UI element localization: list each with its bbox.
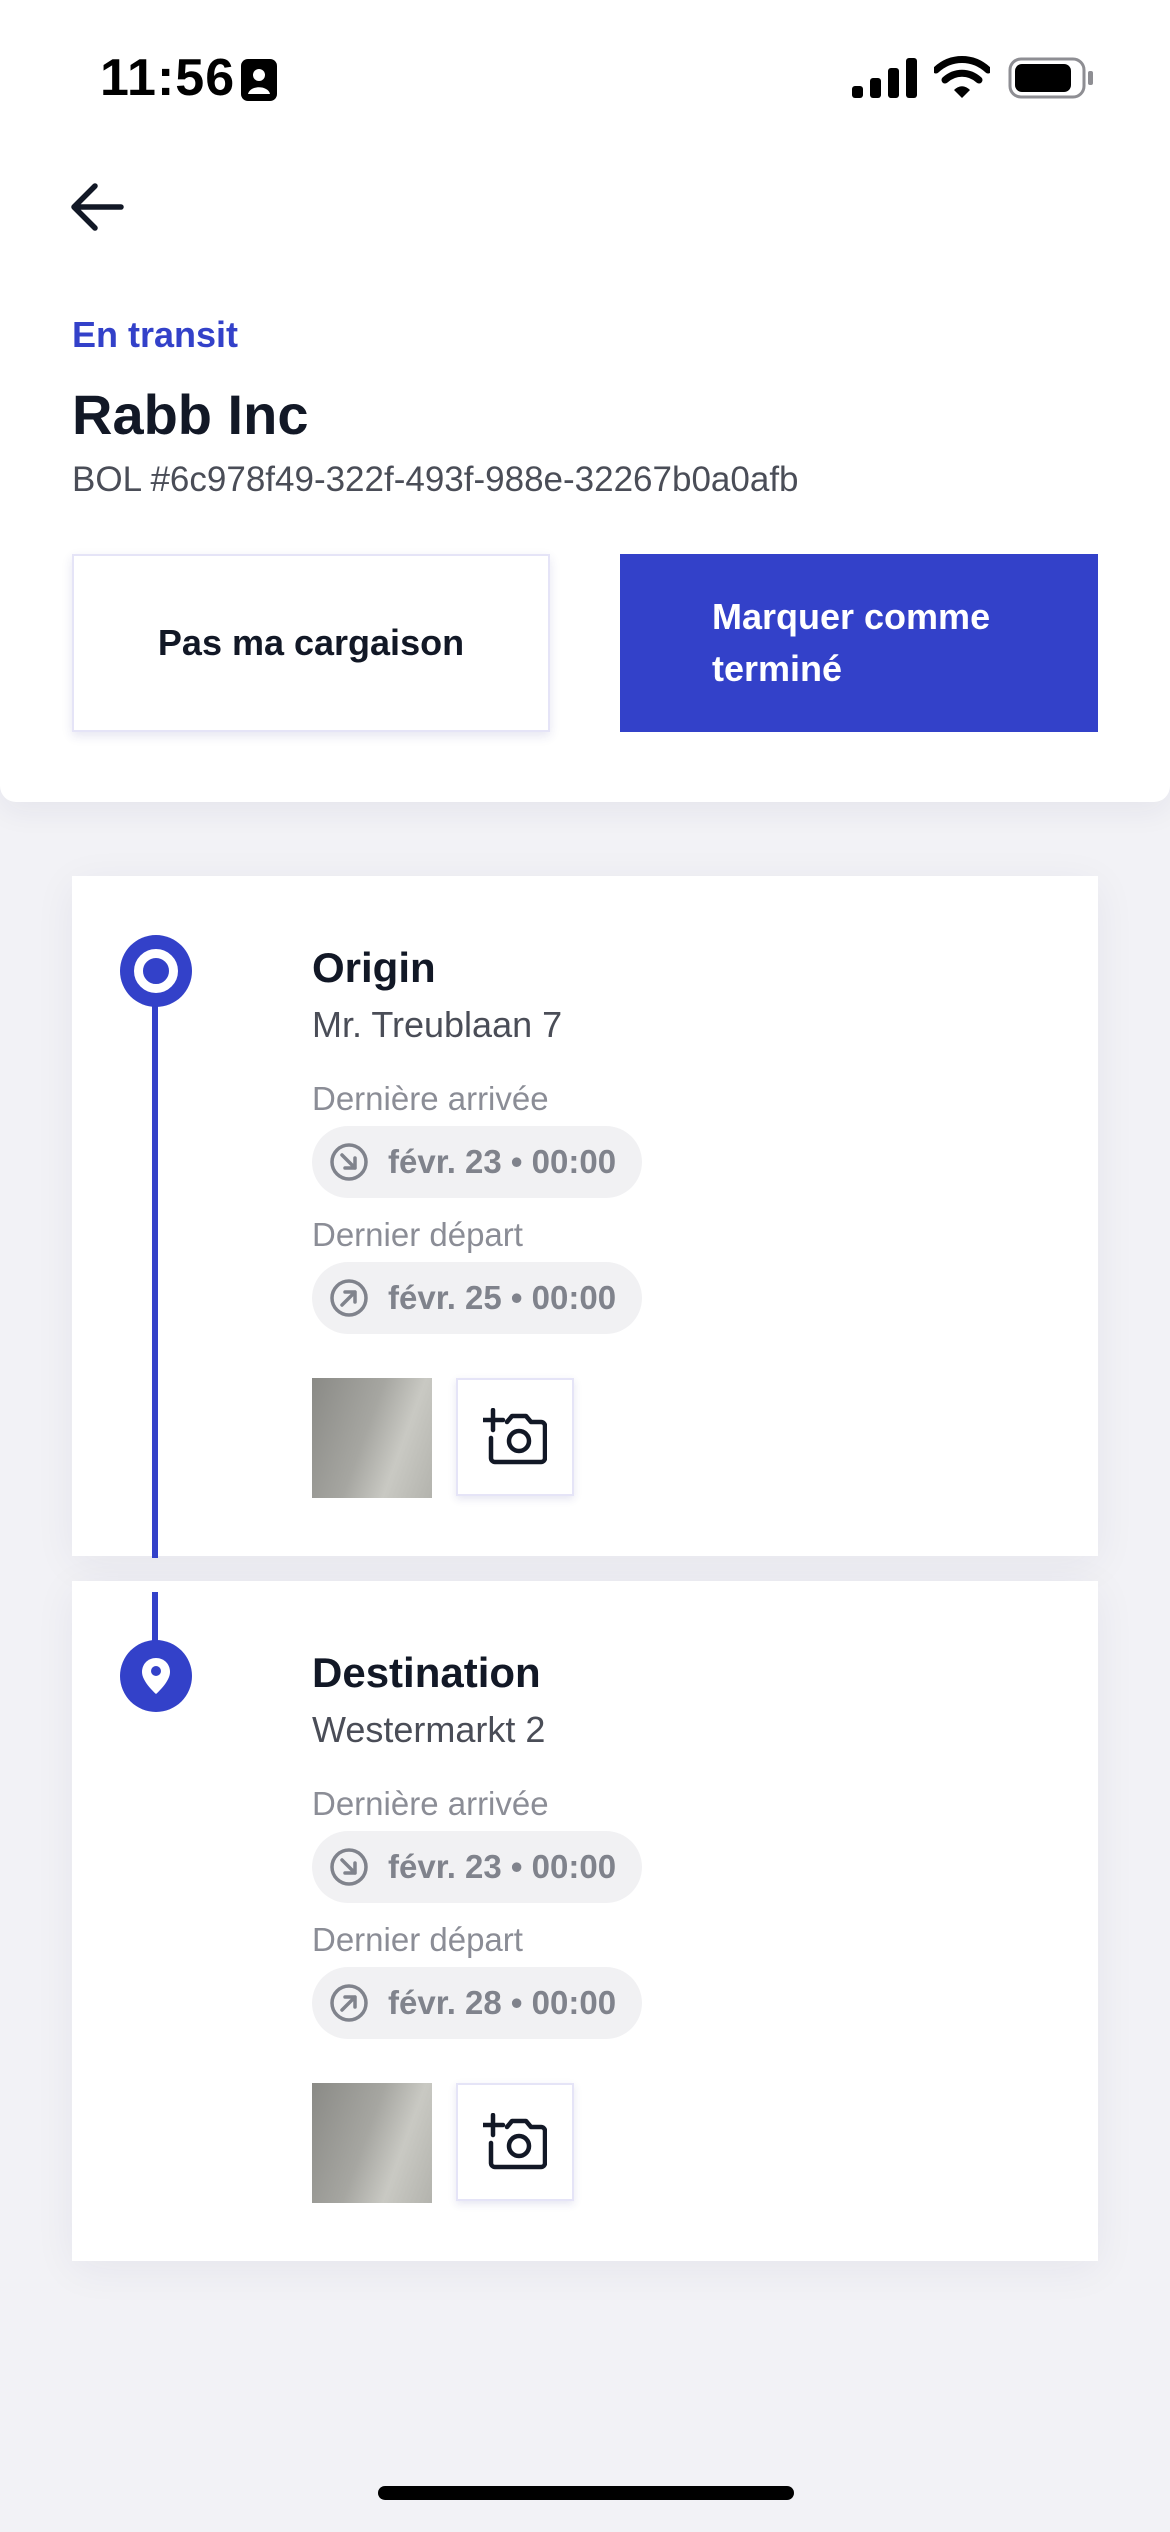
home-indicator[interactable]	[378, 2486, 794, 2500]
wifi-icon	[934, 56, 990, 98]
photo-thumbnail[interactable]	[312, 1378, 432, 1498]
origin-ring-icon	[120, 935, 192, 1007]
stop-card-destination: Destination Westermarkt 2 Dernière arriv…	[72, 1581, 1098, 2261]
arrival-label: Dernière arrivée	[312, 1080, 549, 1117]
departure-label: Dernier départ	[312, 1216, 523, 1253]
stop-title: Origin	[312, 944, 436, 991]
battery-icon	[1008, 57, 1093, 99]
status-time: 11:56	[100, 49, 236, 107]
back-button[interactable]	[62, 172, 132, 242]
departure-time: févr. 25 • 00:00	[388, 1279, 617, 1316]
status-bar: 11:56	[0, 0, 1170, 150]
timeline-connector	[152, 1592, 158, 1644]
departure-time-pill[interactable]: févr. 25 • 00:00	[312, 1262, 643, 1334]
mark-done-label: Marquer comme terminé	[712, 596, 991, 689]
add-photo-button[interactable]	[456, 2083, 574, 2201]
mark-done-button[interactable]: Marquer comme terminé	[620, 554, 1098, 732]
arrow-up-right-icon	[330, 1279, 368, 1317]
shipment-header: 11:56 En transit Rabb Inc BOL #6c978f49-…	[0, 0, 1170, 802]
location-pin-icon	[120, 1640, 192, 1712]
arrival-time-pill[interactable]: févr. 23 • 00:00	[312, 1831, 643, 1903]
stop-details: Destination Westermarkt 2 Dernière arriv…	[312, 1649, 1058, 2203]
not-my-cargo-label: Pas ma cargaison	[157, 622, 465, 663]
arrival-time-pill[interactable]: févr. 23 • 00:00	[312, 1126, 643, 1198]
bol-number: BOL #6c978f49-322f-493f-988e-32267b0a0af…	[72, 460, 799, 499]
arrow-down-right-icon	[330, 1143, 368, 1181]
stop-title: Destination	[312, 1649, 541, 1696]
stop-card-origin: Origin Mr. Treublaan 7 Dernière arrivée …	[72, 876, 1098, 1556]
arrow-down-right-icon	[330, 1848, 368, 1886]
arrow-left-icon	[71, 183, 124, 231]
departure-time: févr. 28 • 00:00	[388, 1984, 617, 2021]
add-camera-icon	[483, 1408, 547, 1465]
photo-row	[312, 2083, 1058, 2203]
arrival-time: févr. 23 • 00:00	[388, 1848, 617, 1885]
stop-details: Origin Mr. Treublaan 7 Dernière arrivée …	[312, 944, 1058, 1498]
not-my-cargo-button[interactable]: Pas ma cargaison	[72, 554, 550, 732]
arrival-label: Dernière arrivée	[312, 1785, 549, 1822]
stop-address: Westermarkt 2	[312, 1709, 546, 1750]
cellular-signal-icon	[852, 58, 917, 98]
add-camera-icon	[483, 2113, 547, 2170]
company-title: Rabb Inc	[72, 383, 309, 446]
add-photo-button[interactable]	[456, 1378, 574, 1496]
timeline-connector	[152, 990, 158, 1558]
arrow-up-right-icon	[330, 1984, 368, 2022]
shipment-status: En transit	[72, 314, 239, 355]
stop-address: Mr. Treublaan 7	[312, 1004, 563, 1045]
photo-thumbnail[interactable]	[312, 2083, 432, 2203]
departure-time-pill[interactable]: févr. 28 • 00:00	[312, 1967, 643, 2039]
arrival-time: févr. 23 • 00:00	[388, 1143, 617, 1180]
id-badge-icon	[241, 59, 277, 101]
photo-row	[312, 1378, 1058, 1498]
departure-label: Dernier départ	[312, 1921, 523, 1958]
